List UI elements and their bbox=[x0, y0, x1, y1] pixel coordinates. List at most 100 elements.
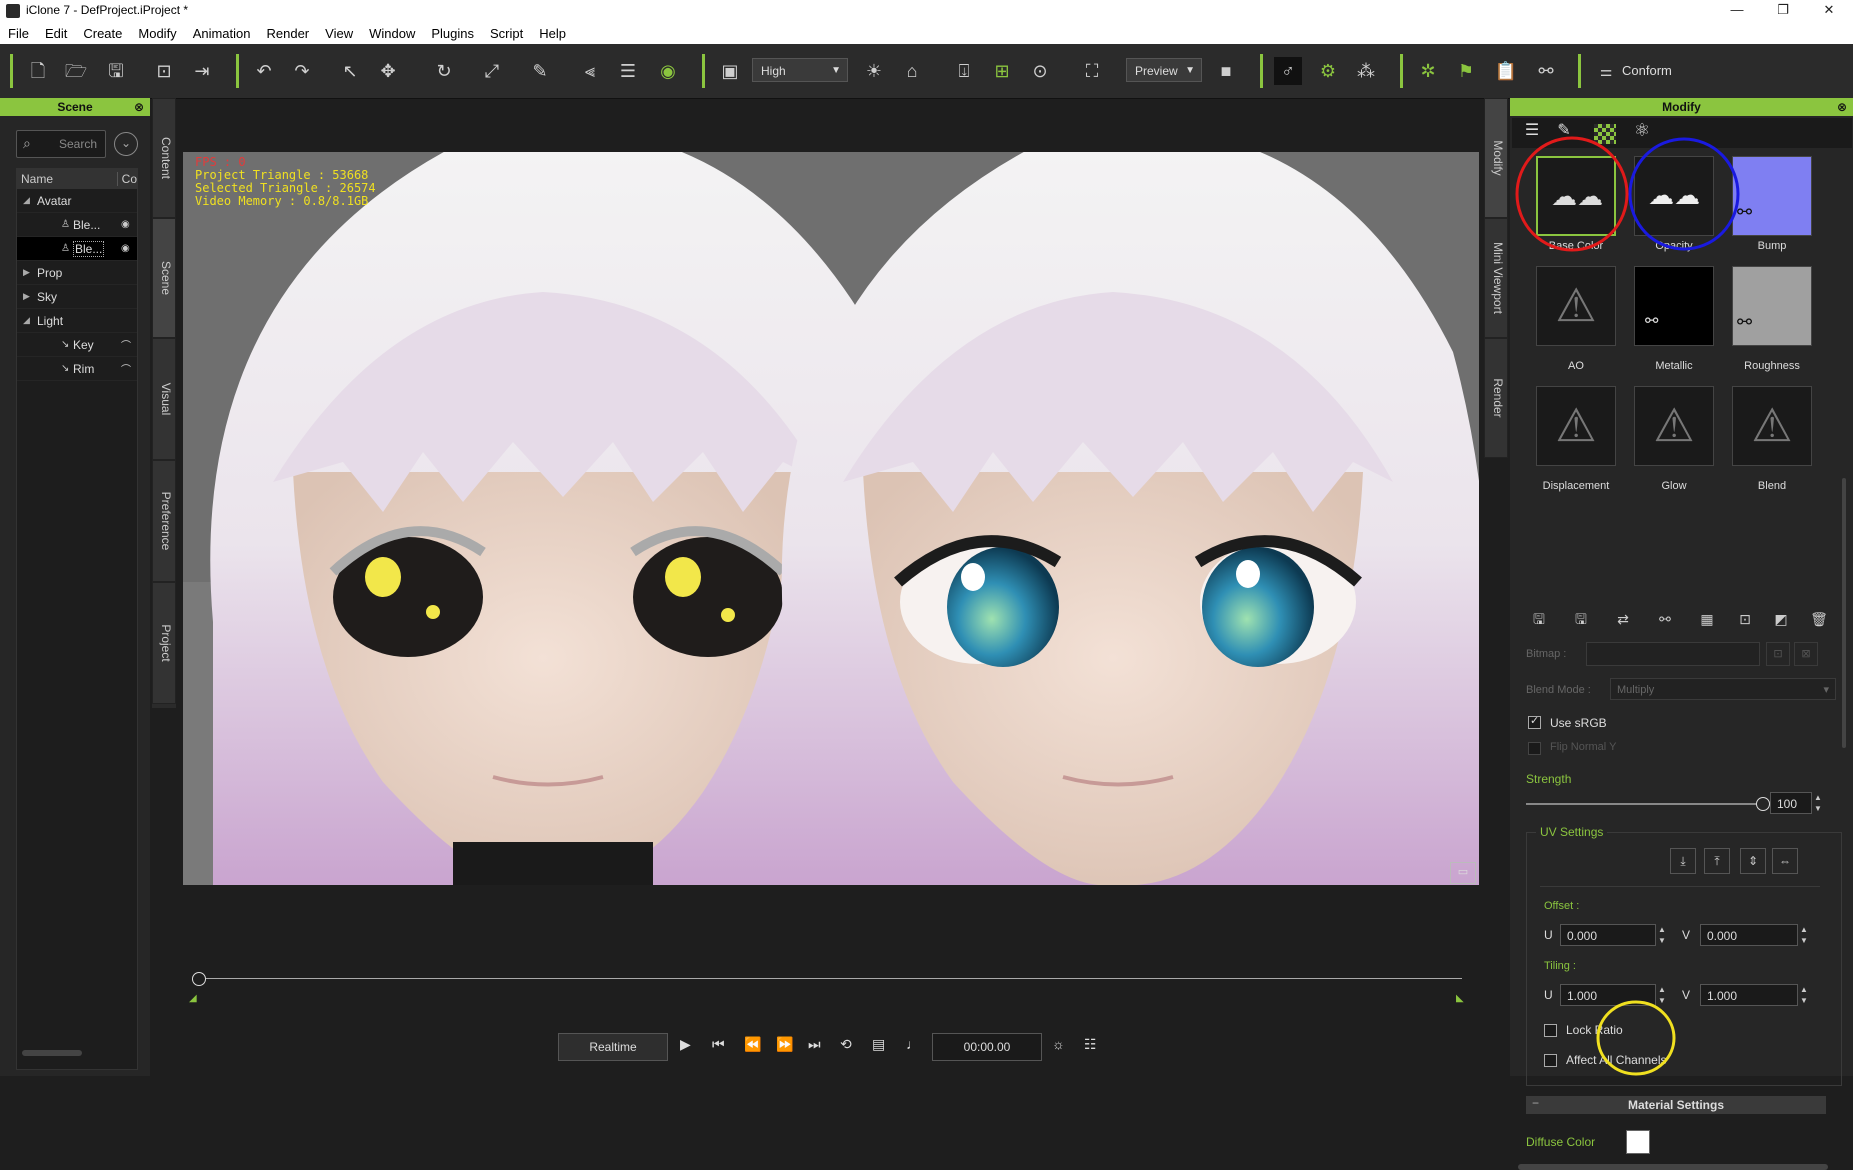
menu-view[interactable]: View bbox=[317, 26, 361, 41]
loop-icon[interactable]: ⟲ bbox=[840, 1036, 852, 1053]
home-icon[interactable]: ⌂ bbox=[898, 57, 926, 85]
select-arrow-icon[interactable]: ↖ bbox=[336, 57, 364, 85]
tab-scene[interactable]: Scene bbox=[152, 218, 176, 338]
import-icon[interactable]: ⊡ bbox=[150, 57, 178, 85]
tiling-u-spinner-icon[interactable]: ▲ ▼ bbox=[1658, 984, 1666, 1006]
col-name-header[interactable]: Name bbox=[17, 172, 118, 186]
bitmap-browse-icon[interactable]: ⊡ bbox=[1766, 642, 1790, 666]
pick-icon[interactable]: ✎ bbox=[526, 57, 554, 85]
tiling-u-input[interactable]: 1.000 bbox=[1560, 984, 1656, 1006]
range-end-marker[interactable]: ◣ bbox=[1456, 993, 1464, 1004]
puppet-icon[interactable]: ✲ bbox=[1414, 57, 1442, 85]
subtitle-icon[interactable]: ▤ bbox=[872, 1036, 885, 1053]
expand-toggle-icon[interactable]: ◢ bbox=[23, 315, 30, 326]
tab-visual[interactable]: Visual bbox=[152, 338, 176, 460]
sliders-icon[interactable]: ☰ bbox=[1518, 120, 1546, 146]
blend-mode-dropdown[interactable]: Multiply ▾ bbox=[1610, 678, 1836, 700]
align-icon[interactable]: ⫷ bbox=[576, 57, 604, 85]
play-icon[interactable]: ▶ bbox=[680, 1036, 691, 1053]
expand-toggle-icon[interactable]: ▶ bbox=[23, 291, 30, 302]
scale-icon[interactable]: ⤢ bbox=[478, 57, 506, 85]
next-frame-icon[interactable]: ⏩ bbox=[776, 1036, 793, 1053]
strength-slider-thumb[interactable] bbox=[1756, 797, 1770, 811]
strength-input[interactable]: 100 bbox=[1770, 792, 1812, 814]
menu-animation[interactable]: Animation bbox=[185, 26, 259, 41]
launch-icon[interactable]: ⊡ bbox=[1732, 606, 1758, 632]
modify-h-scrollbar[interactable] bbox=[1518, 1164, 1828, 1170]
bitmap-field[interactable] bbox=[1586, 642, 1760, 666]
material-brush-icon[interactable]: ✎ bbox=[1550, 120, 1578, 146]
save-texture-icon[interactable]: 🖫 bbox=[1568, 606, 1594, 632]
tiling-v-input[interactable]: 1.000 bbox=[1700, 984, 1798, 1006]
audio-note-icon[interactable]: ♩ bbox=[906, 1036, 920, 1052]
tree-row[interactable]: ▶ Prop bbox=[17, 261, 137, 285]
channel-tile-roughness[interactable]: ⚯ bbox=[1732, 266, 1812, 346]
menu-modify[interactable]: Modify bbox=[130, 26, 184, 41]
channel-tile-bump[interactable]: ⚯ bbox=[1732, 156, 1812, 236]
channel-tile-displacement[interactable]: ⚠ bbox=[1536, 386, 1616, 466]
offset-u-spinner-icon[interactable]: ▲ ▼ bbox=[1658, 924, 1666, 946]
menu-edit[interactable]: Edit bbox=[37, 26, 75, 41]
menu-window[interactable]: Window bbox=[361, 26, 423, 41]
open-folder-icon[interactable]: 🗁 bbox=[62, 57, 90, 85]
bitmap-clear-icon[interactable]: ⊠ bbox=[1794, 642, 1818, 666]
menu-help[interactable]: Help bbox=[531, 26, 574, 41]
texture-checker-icon[interactable] bbox=[1594, 124, 1616, 144]
time-display[interactable]: 00:00.00 bbox=[932, 1033, 1042, 1061]
frame-icon[interactable]: ⛶ bbox=[1078, 57, 1106, 85]
offset-v-spinner-icon[interactable]: ▲ ▼ bbox=[1800, 924, 1808, 946]
uv-flip-horizontal-icon[interactable]: ⇔ bbox=[1772, 848, 1798, 874]
visibility-eye-icon[interactable]: ◉ bbox=[654, 57, 682, 85]
menu-render[interactable]: Render bbox=[259, 26, 318, 41]
menu-plugins[interactable]: Plugins bbox=[423, 26, 482, 41]
prev-frame-icon[interactable]: ⏪ bbox=[744, 1036, 761, 1053]
light-cone-icon[interactable]: ⌒ bbox=[121, 361, 131, 376]
tree-row[interactable]: ◢ Avatar bbox=[17, 189, 137, 213]
uv-rotate-left-icon[interactable]: ⤓ bbox=[1670, 848, 1696, 874]
range-start-marker[interactable]: ◢ bbox=[189, 993, 197, 1004]
quality-dropdown[interactable]: High ▼ bbox=[752, 58, 848, 82]
channel-tile-ao[interactable]: ⚠ bbox=[1536, 266, 1616, 346]
tab-content[interactable]: Content bbox=[152, 98, 176, 218]
channel-tile-metallic[interactable]: ⚯ bbox=[1634, 266, 1714, 346]
minimize-icon[interactable]: — bbox=[1714, 0, 1760, 22]
scene-search-input[interactable]: ⌕ Search bbox=[16, 130, 106, 158]
load-texture-icon[interactable]: 🖫 bbox=[1526, 606, 1552, 632]
rotate-icon[interactable]: ↻ bbox=[430, 57, 458, 85]
tree-row[interactable]: ↘ Rim ⌒ bbox=[17, 357, 137, 381]
undo-icon[interactable]: ↶ bbox=[250, 57, 278, 85]
uv-flip-vertical-icon[interactable]: ⇕ bbox=[1740, 848, 1766, 874]
col-c-header[interactable]: Co bbox=[118, 172, 137, 186]
tab-mini-viewport[interactable]: Mini Viewport bbox=[1484, 218, 1508, 338]
visibility-eye-icon[interactable]: ◉ bbox=[121, 219, 130, 230]
close-panel-icon[interactable]: ⊗ bbox=[134, 98, 144, 116]
camera-drop-icon[interactable]: ⍗ bbox=[950, 57, 978, 85]
move-icon[interactable]: ✥ bbox=[374, 57, 402, 85]
offset-u-input[interactable]: 0.000 bbox=[1560, 924, 1656, 946]
new-file-icon[interactable]: 🗋 bbox=[24, 57, 52, 85]
flip-normal-checkbox[interactable] bbox=[1528, 742, 1541, 755]
flag-icon[interactable]: ⚑ bbox=[1452, 57, 1480, 85]
uv-rotate-right-icon[interactable]: ⤒ bbox=[1704, 848, 1730, 874]
filter-dropdown-icon[interactable]: ⌄ bbox=[114, 132, 138, 156]
scene-scrollbar[interactable] bbox=[22, 1050, 82, 1056]
conform-icon[interactable]: ⚌ bbox=[1592, 57, 1620, 85]
render-mode-dropdown[interactable]: Preview ▼ bbox=[1126, 58, 1202, 82]
light-cone-icon[interactable]: ⌒ bbox=[121, 337, 131, 352]
timeline-panel-icon[interactable]: ☷ bbox=[1084, 1036, 1097, 1053]
expand-toggle-icon[interactable]: ◢ bbox=[23, 195, 30, 206]
channel-tile-opacity[interactable]: ☁☁ bbox=[1634, 156, 1714, 236]
strength-spinner-icon[interactable]: ▲ ▼ bbox=[1814, 792, 1822, 814]
tree-row[interactable]: ♙ Ble... ◉ bbox=[17, 237, 137, 261]
3d-viewport[interactable] bbox=[183, 152, 1479, 885]
character-edit-icon[interactable]: ♂ bbox=[1274, 57, 1302, 85]
edit-external-icon[interactable]: ⇄ bbox=[1610, 606, 1636, 632]
channel-tile-blend[interactable]: ⚠ bbox=[1732, 386, 1812, 466]
video-camera-icon[interactable]: ■ bbox=[1212, 57, 1240, 85]
checker-icon[interactable]: ◩ bbox=[1768, 606, 1794, 632]
menu-file[interactable]: File bbox=[0, 26, 37, 41]
tab-render[interactable]: Render bbox=[1484, 338, 1508, 458]
atom-physics-icon[interactable]: ⚛ bbox=[1628, 120, 1656, 146]
connect-icon[interactable]: ⚯ bbox=[1532, 57, 1560, 85]
redo-icon[interactable]: ↷ bbox=[288, 57, 316, 85]
